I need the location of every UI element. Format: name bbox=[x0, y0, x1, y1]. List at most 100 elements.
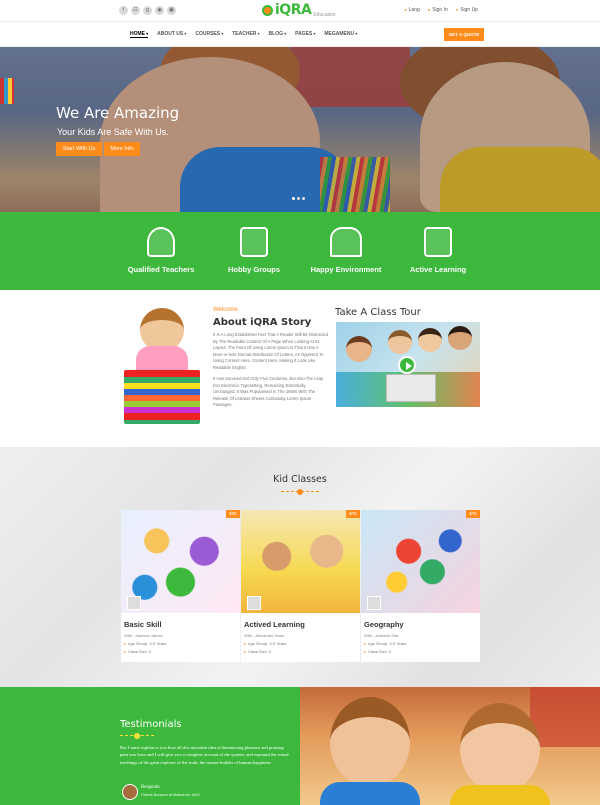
top-links: Lang Sign In Sign Up bbox=[404, 7, 478, 13]
about-paragraph: It Has Survived Not Only Five Centuries,… bbox=[213, 376, 324, 408]
slider-dot[interactable] bbox=[302, 197, 305, 200]
lang-link[interactable]: Lang bbox=[404, 7, 420, 13]
hero-subtitle: Your Kids Are Safe With Us. bbox=[57, 127, 169, 137]
nav-menu: HOME ABOUT US COURSES TEACHER BLOG PAGES… bbox=[130, 31, 357, 38]
class-size: Class Size: 5 bbox=[124, 649, 240, 654]
slider-dots bbox=[292, 197, 305, 200]
class-age-group: Age Group: 3-5 Years bbox=[244, 641, 360, 646]
slider-dot[interactable] bbox=[292, 197, 295, 200]
logo-text: iQRA bbox=[275, 2, 312, 18]
facebook-icon[interactable]: f bbox=[119, 6, 128, 15]
class-card[interactable]: $75 Actived Learning With - Alexander Ha… bbox=[241, 510, 360, 662]
class-image[interactable]: $35 bbox=[121, 510, 240, 613]
title-divider bbox=[120, 733, 154, 739]
rss-icon[interactable]: ☷ bbox=[131, 6, 140, 15]
get-quote-button[interactable]: GET A QUOTE bbox=[444, 28, 484, 41]
puzzle-icon bbox=[240, 227, 268, 257]
start-with-us-button[interactable]: Start With Us bbox=[56, 142, 102, 156]
nav-item-blog[interactable]: BLOG bbox=[269, 31, 287, 38]
logo[interactable]: iQRA Education bbox=[262, 2, 336, 18]
welcome-label: Welcome bbox=[213, 307, 238, 313]
more-info-button[interactable]: More Info bbox=[104, 142, 140, 156]
price-badge: $75 bbox=[466, 510, 480, 518]
photo-bg bbox=[530, 687, 600, 747]
section-title: Kid Classes bbox=[273, 474, 327, 485]
feature-label: Qualified Teachers bbox=[127, 265, 195, 274]
abc-blocks-icon bbox=[424, 227, 452, 257]
feature-label: Active Learning bbox=[409, 265, 467, 274]
testimonials-section: Testimonials But I must explain to you h… bbox=[0, 687, 300, 805]
school-icon bbox=[330, 227, 362, 257]
kid-classes-section: Kid Classes $35 Basic Skill With - Maris… bbox=[0, 447, 600, 687]
video-kid bbox=[448, 326, 472, 350]
hero-left-strip bbox=[0, 78, 14, 104]
class-image[interactable]: $75 bbox=[241, 510, 360, 613]
testimonials-photo bbox=[300, 687, 600, 805]
class-age-group: Age Group: 3-5 Years bbox=[124, 641, 240, 646]
video-laptop bbox=[386, 374, 436, 402]
logo-mark-icon bbox=[262, 4, 273, 16]
video-kid bbox=[346, 336, 372, 362]
class-age-group: Age Group: 3-5 Years bbox=[364, 641, 480, 646]
dribbble-icon[interactable]: ◉ bbox=[155, 6, 164, 15]
nav-item-pages[interactable]: PAGES bbox=[295, 31, 315, 38]
teacher-avatar bbox=[367, 596, 381, 610]
testimonial-author: Benjamin bbox=[141, 785, 160, 790]
title-divider bbox=[281, 489, 319, 495]
class-teacher: With - Marison James bbox=[124, 633, 163, 638]
logo-subtitle: Education bbox=[313, 12, 336, 18]
nav-item-home[interactable]: HOME bbox=[130, 31, 149, 38]
about-title: About iQRA Story bbox=[213, 317, 312, 328]
class-teacher: With - Arabella Star bbox=[364, 633, 399, 638]
teacher-avatar bbox=[127, 596, 141, 610]
signup-link[interactable]: Sign Up bbox=[456, 7, 478, 13]
class-card[interactable]: $35 Basic Skill With - Marison James Age… bbox=[121, 510, 240, 662]
about-paragraph: It Is A Long Established Fact That A Rea… bbox=[213, 332, 328, 370]
photo-shirt bbox=[320, 782, 420, 805]
section-title: Testimonials bbox=[120, 719, 182, 730]
tour-title: Take A Class Tour bbox=[335, 307, 421, 318]
photo-shirt bbox=[450, 785, 550, 805]
about-section: Welcome About iQRA Story It Is A Long Es… bbox=[0, 290, 600, 447]
feature-qualified-teachers: Qualified Teachers bbox=[116, 227, 206, 274]
hero-title: We Are Amazing bbox=[56, 104, 180, 122]
hero-slider: We Are Amazing Your Kids Are Safe With U… bbox=[0, 47, 600, 212]
feature-label: Happy Environment bbox=[310, 265, 382, 274]
photo-girl bbox=[330, 697, 410, 787]
class-title[interactable]: Actived Learning bbox=[244, 620, 360, 629]
video-kid bbox=[418, 328, 442, 352]
price-badge: $35 bbox=[226, 510, 240, 518]
instagram-icon[interactable]: ▣ bbox=[167, 6, 176, 15]
class-card[interactable]: $75 Geography With - Arabella Star Age G… bbox=[361, 510, 480, 662]
slider-dot[interactable] bbox=[297, 197, 300, 200]
price-badge: $75 bbox=[346, 510, 360, 518]
nav-item-megamenu[interactable]: MEGAMENU bbox=[324, 31, 357, 38]
books-photo bbox=[124, 370, 200, 424]
feature-label: Hobby Groups bbox=[227, 265, 281, 274]
feature-active-learning: Active Learning bbox=[393, 227, 483, 274]
main-nav: HOME ABOUT US COURSES TEACHER BLOG PAGES… bbox=[0, 22, 600, 47]
google-plus-icon[interactable]: g bbox=[143, 6, 152, 15]
social-links: f ☷ g ◉ ▣ bbox=[119, 6, 176, 15]
video-kid bbox=[388, 330, 412, 354]
nav-item-about-us[interactable]: ABOUT US bbox=[157, 31, 186, 38]
class-size: Class Size: 5 bbox=[364, 649, 480, 654]
nav-item-courses[interactable]: COURSES bbox=[195, 31, 223, 38]
nav-item-teacher[interactable]: TEACHER bbox=[232, 31, 259, 38]
avatar bbox=[122, 784, 138, 800]
class-teacher: With - Alexander Haas bbox=[244, 633, 284, 638]
class-title[interactable]: Geography bbox=[364, 620, 480, 629]
testimonial-role: Fedrus Bonsom at Malborum, AUS bbox=[141, 793, 200, 797]
teacher-avatar bbox=[247, 596, 261, 610]
testimonial-text: But I must explain to you how all this m… bbox=[120, 745, 289, 765]
features-band: Qualified Teachers Hobby Groups Happy En… bbox=[0, 212, 600, 290]
class-image[interactable]: $75 bbox=[361, 510, 480, 613]
class-title[interactable]: Basic Skill bbox=[124, 620, 240, 629]
top-bar: f ☷ g ◉ ▣ iQRA Education Lang Sign In Si… bbox=[0, 0, 600, 22]
play-icon[interactable] bbox=[398, 356, 416, 374]
feature-happy-environment: Happy Environment bbox=[301, 227, 391, 274]
signin-link[interactable]: Sign In bbox=[428, 7, 448, 13]
photo-girl bbox=[460, 703, 540, 793]
class-size: Class Size: 5 bbox=[244, 649, 360, 654]
feature-hobby-groups: Hobby Groups bbox=[209, 227, 299, 274]
